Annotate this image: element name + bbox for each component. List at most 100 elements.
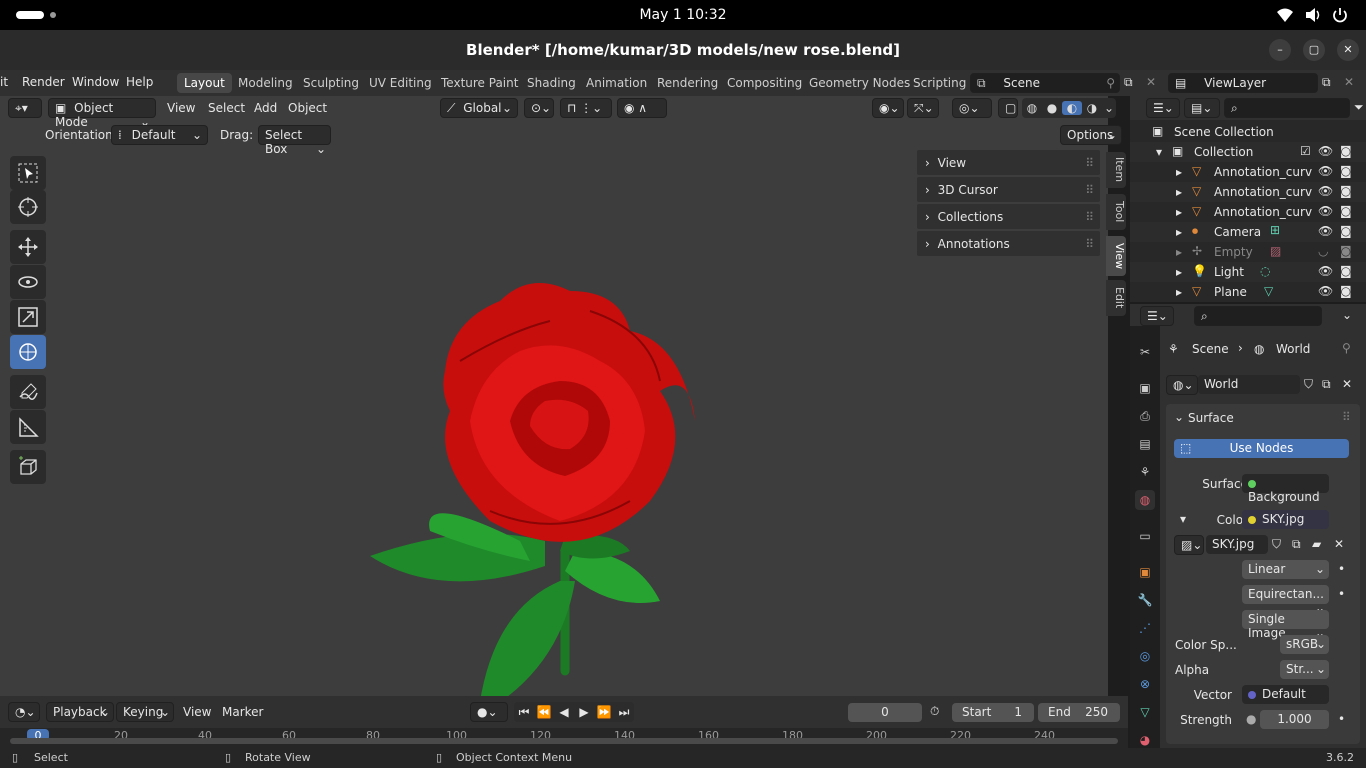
tab-sculpting[interactable]: Sculpting	[296, 73, 366, 93]
remove-scene-icon[interactable]: ✕	[1146, 75, 1156, 89]
autokey-toggle[interactable]: ●⌄	[470, 702, 508, 722]
expand-right-icon[interactable]: ▸	[1176, 285, 1182, 299]
orientation-dropdown[interactable]: ⁞ Default ⌄	[111, 125, 208, 145]
tool-measure[interactable]	[10, 410, 46, 444]
expand-right-icon[interactable]: ▸	[1176, 245, 1182, 259]
clock[interactable]: May 1 10:32	[0, 7, 1366, 23]
camera-render-icon[interactable]: ◙	[1340, 184, 1352, 198]
expand-right-icon[interactable]: ▸	[1176, 205, 1182, 219]
camera-data-icon[interactable]: ⊞	[1270, 223, 1280, 237]
jump-start-icon[interactable]: ⏮	[514, 705, 534, 720]
proportional-editing[interactable]: ◉ ∧	[617, 98, 667, 118]
particles-tab-icon[interactable]: ⋰	[1135, 618, 1155, 638]
use-nodes-button[interactable]: ⬚ Use Nodes	[1174, 439, 1349, 458]
new-scene-icon[interactable]: ⧉	[1124, 75, 1133, 90]
timeline-menu-view[interactable]: View	[183, 705, 211, 719]
pin-icon[interactable]: ⚲	[1342, 341, 1351, 355]
sidebar-tab-tool[interactable]: Tool	[1106, 194, 1126, 230]
options-button[interactable]: Options ⌄	[1060, 125, 1122, 145]
render-tab-icon[interactable]: ▣	[1135, 378, 1155, 398]
colorspace-dropdown[interactable]: sRGB ⌄	[1280, 635, 1329, 654]
timeline-editor-type[interactable]: ◔⌄	[8, 702, 40, 722]
expand-right-icon[interactable]: ▸	[1176, 185, 1182, 199]
tab-shading[interactable]: Shading	[520, 73, 583, 93]
expand-right-icon[interactable]: ▸	[1176, 165, 1182, 179]
properties-search-input[interactable]: ⌕	[1194, 306, 1322, 326]
eye-icon[interactable]: 👁	[1318, 184, 1333, 198]
data-tab-icon[interactable]: ▽	[1135, 702, 1155, 722]
physics-tab-icon[interactable]: ◎	[1135, 646, 1155, 666]
projection-dropdown[interactable]: Equirectan... ⌄	[1242, 585, 1329, 615]
unlink-icon[interactable]: ✕	[1334, 537, 1344, 551]
remove-viewlayer-icon[interactable]: ✕	[1344, 75, 1354, 89]
tool-tab-icon[interactable]: ✂	[1135, 342, 1155, 362]
menu-edit[interactable]: it	[0, 75, 8, 89]
color-texture-field[interactable]: SKY.jpg	[1242, 510, 1329, 529]
transform-orientation-selector[interactable]: ⟋ Global ⌄	[440, 98, 518, 118]
menu-window[interactable]: Window	[72, 75, 119, 89]
mode-selector[interactable]: ▣ Object Mode ⌄	[48, 98, 156, 129]
tab-rendering[interactable]: Rendering	[650, 73, 725, 93]
menu-add[interactable]: Add	[254, 101, 277, 115]
timeline-scrollbar[interactable]	[10, 738, 1118, 744]
sidebar-tab-item[interactable]: Item	[1106, 152, 1126, 188]
tab-compositing[interactable]: Compositing	[720, 73, 809, 93]
duplicate-icon[interactable]: ⧉	[1322, 377, 1331, 392]
keyframe-dot-icon[interactable]: •	[1338, 562, 1345, 576]
drag-handle-icon[interactable]: ⠿	[1085, 210, 1094, 224]
tool-scale[interactable]	[10, 300, 46, 334]
image-icon[interactable]: ▨	[1270, 244, 1281, 258]
menu-render[interactable]: Render	[22, 75, 65, 89]
tab-uv-editing[interactable]: UV Editing	[362, 73, 439, 93]
camera-render-icon[interactable]: ◙	[1340, 164, 1352, 178]
npanel-view[interactable]: › View ⠿	[917, 150, 1100, 175]
outliner-scene-collection[interactable]: ▣ Scene Collection	[1130, 122, 1366, 142]
solid-shading-icon[interactable]: ●	[1042, 101, 1062, 115]
world-name-field[interactable]: World	[1198, 375, 1300, 394]
camera-render-icon[interactable]: ◙	[1340, 264, 1352, 278]
xray-toggle[interactable]: ▢	[998, 98, 1018, 118]
display-mode-selector[interactable]: ▤⌄	[1184, 98, 1220, 118]
interpolation-dropdown[interactable]: Linear ⌄	[1242, 560, 1329, 579]
stopwatch-icon[interactable]: ⏱	[930, 704, 939, 719]
rose-model[interactable]	[360, 251, 710, 726]
keyframe-dot-icon[interactable]: •	[1338, 587, 1345, 601]
chevron-down-icon[interactable]: ⌄	[1102, 101, 1116, 115]
source-dropdown[interactable]: Single Image ⌄	[1242, 610, 1329, 640]
tab-animation[interactable]: Animation	[579, 73, 654, 93]
mesh-data-icon[interactable]: ▽	[1264, 284, 1273, 298]
keyframe-dot-icon[interactable]: •	[1338, 712, 1345, 726]
keying-menu[interactable]: Keying ⌄	[116, 702, 174, 722]
scene-selector[interactable]: ⧉ Scene ⚲	[970, 73, 1120, 93]
play-reverse-icon[interactable]: ◀	[554, 705, 574, 719]
tool-rotate[interactable]	[10, 265, 46, 299]
eye-icon[interactable]: 👁	[1318, 204, 1333, 218]
chevron-down-icon[interactable]: ▾	[1180, 512, 1186, 526]
prev-keyframe-icon[interactable]: ⏪	[534, 705, 554, 719]
play-icon[interactable]: ▶	[574, 705, 594, 719]
jump-end-icon[interactable]: ⏭	[614, 705, 634, 720]
volume-icon[interactable]	[1304, 7, 1322, 23]
camera-render-icon[interactable]: ◙	[1340, 284, 1352, 298]
filter-icon[interactable]: ⏷	[1354, 100, 1364, 115]
drag-handle-icon[interactable]: ⠿	[1085, 237, 1094, 251]
sidebar-tab-edit[interactable]: Edit	[1106, 280, 1126, 316]
menu-object[interactable]: Object	[288, 101, 327, 115]
rendered-shading-icon[interactable]: ◑	[1082, 101, 1102, 115]
npanel-annotations[interactable]: › Annotations ⠿	[917, 231, 1100, 256]
world-tab-icon[interactable]: ◍	[1135, 490, 1155, 510]
tab-modeling[interactable]: Modeling	[231, 73, 300, 93]
material-shading-icon[interactable]: ◐	[1062, 101, 1082, 115]
outliner-item[interactable]: ▸ ▽ Annotation_curv 👁 ◙	[1130, 162, 1366, 182]
drag-handle-icon[interactable]: ⠿	[1085, 183, 1094, 197]
expand-down-icon[interactable]: ▾	[1156, 145, 1162, 159]
next-keyframe-icon[interactable]: ⏩	[594, 705, 614, 719]
outliner-item[interactable]: ▸ 💡 Light ◌ 👁 ◙	[1130, 262, 1366, 282]
camera-render-icon[interactable]: ◙	[1340, 224, 1352, 238]
wifi-icon[interactable]	[1276, 7, 1294, 23]
checkbox-icon[interactable]: ☑	[1300, 144, 1311, 158]
properties-editor-type[interactable]: ☰⌄	[1140, 306, 1174, 326]
3d-viewport[interactable]: ⌖▾ ▣ Object Mode ⌄ View Select Add Objec…	[0, 96, 1126, 716]
outliner-item[interactable]: ▸ ⏺ Camera ⊞ 👁 ◙	[1130, 222, 1366, 242]
constraints-tab-icon[interactable]: ⊗	[1135, 674, 1155, 694]
